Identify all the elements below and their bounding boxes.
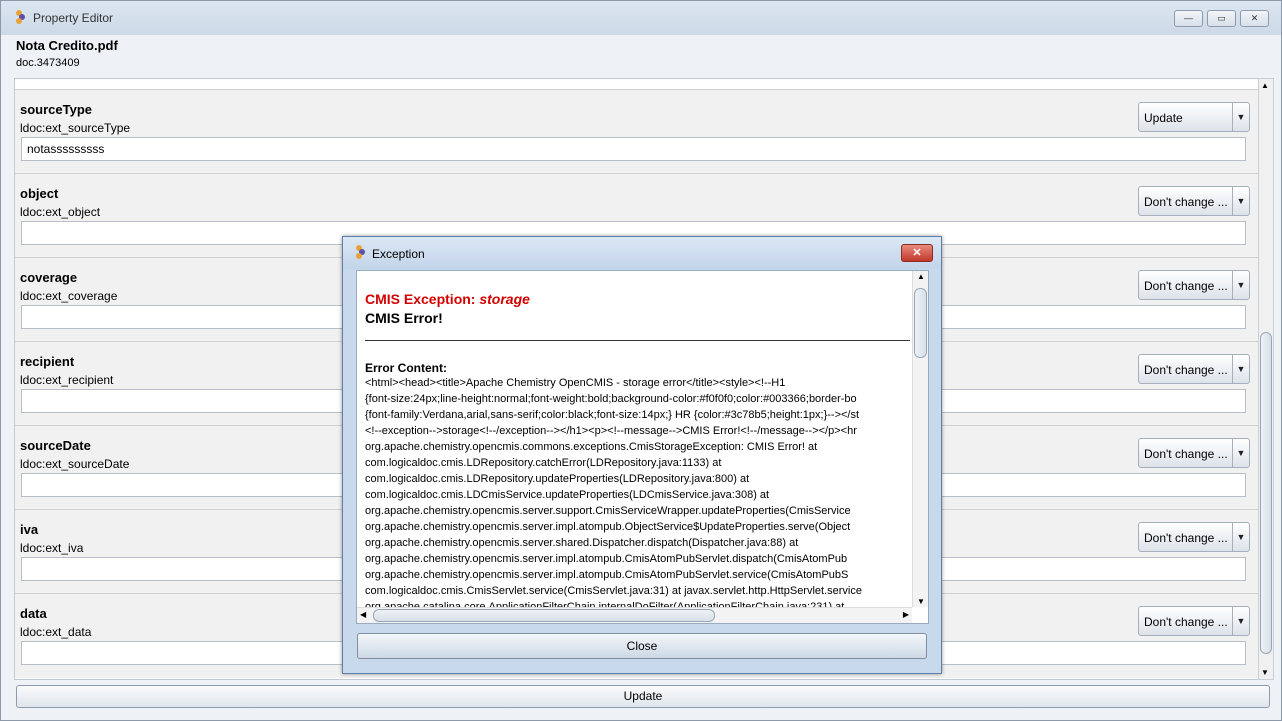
app-logo-icon	[356, 245, 365, 259]
scroll-right-icon[interactable]: ▶	[903, 610, 909, 619]
property-key: ldoc:ext_object	[20, 205, 101, 219]
chevron-down-icon: ▼	[1232, 523, 1249, 551]
selected-action: Don't change ...	[1144, 531, 1228, 545]
close-window-button[interactable]: ✕	[1240, 10, 1269, 27]
close-button[interactable]: Close	[357, 633, 927, 659]
scrollbar-thumb[interactable]	[914, 288, 927, 358]
app-logo-icon	[16, 10, 25, 24]
property-row-sourcetype: sourceType ldoc:ext_sourceType Update ▼ …	[15, 89, 1259, 174]
divider	[365, 340, 910, 341]
minimize-button[interactable]: —	[1174, 10, 1203, 27]
dialog-title-bar: Exception ✕	[343, 237, 941, 269]
property-key: ldoc:ext_sourceDate	[20, 457, 130, 471]
scrollbar-thumb[interactable]	[1260, 332, 1272, 654]
property-action-select[interactable]: Don't change ... ▼	[1138, 186, 1250, 216]
property-name: object	[20, 186, 59, 201]
property-action-select[interactable]: Don't change ... ▼	[1138, 606, 1250, 636]
scroll-down-icon[interactable]: ▼	[917, 597, 925, 606]
dialog-close-icon[interactable]: ✕	[901, 244, 933, 262]
property-name: sourceDate	[20, 438, 91, 453]
chevron-down-icon: ▼	[1232, 103, 1249, 131]
stack-line: com.logicaldoc.cmis.LDRepository.updateP…	[365, 473, 750, 485]
property-name: coverage	[20, 270, 78, 285]
property-name: data	[20, 606, 47, 621]
stack-trace: <html><head><title>Apache Chemistry Open…	[365, 375, 910, 607]
selected-action: Don't change ...	[1144, 447, 1228, 461]
stack-line: <!--exception-->storage<!--/exception-->…	[365, 425, 857, 437]
maximize-button[interactable]: ▭	[1207, 10, 1236, 27]
stack-line: org.apache.chemistry.opencmis.commons.ex…	[365, 441, 818, 453]
property-key: ldoc:ext_coverage	[20, 289, 118, 303]
error-content: CMIS Exception: storage CMIS Error! Erro…	[365, 279, 910, 607]
property-action-select[interactable]: Don't change ... ▼	[1138, 438, 1250, 468]
selected-action: Don't change ...	[1144, 363, 1228, 377]
update-button[interactable]: Update	[16, 685, 1270, 708]
scroll-up-icon[interactable]: ▲	[917, 272, 925, 281]
window-controls: — ▭ ✕	[1174, 10, 1269, 27]
property-key: ldoc:ext_data	[20, 625, 92, 639]
stack-line: {font-size:24px;line-height:normal;font-…	[365, 393, 857, 405]
exception-type: storage	[479, 291, 530, 307]
property-name: sourceType	[20, 102, 93, 117]
stack-line: com.logicaldoc.cmis.LDRepository.catchEr…	[365, 457, 722, 469]
error-horizontal-scrollbar[interactable]: ◀ ▶	[357, 607, 912, 623]
chevron-down-icon: ▼	[1232, 607, 1249, 635]
scroll-up-icon[interactable]: ▲	[1261, 81, 1269, 90]
property-key: ldoc:ext_recipient	[20, 373, 114, 387]
property-action-select[interactable]: Don't change ... ▼	[1138, 354, 1250, 384]
title-bar: Property Editor — ▭ ✕	[1, 1, 1281, 35]
properties-scrollbar[interactable]: ▲ ▼	[1258, 78, 1274, 680]
exception-heading: CMIS Exception: storage	[365, 291, 910, 307]
window-title: Property Editor	[33, 11, 114, 25]
error-content-label: Error Content:	[365, 361, 447, 375]
chevron-down-icon: ▼	[1232, 187, 1249, 215]
stack-line: com.logicaldoc.cmis.LDCmisService.update…	[365, 489, 770, 501]
selected-action: Don't change ...	[1144, 279, 1228, 293]
document-name: Nota Credito.pdf	[16, 38, 118, 53]
property-name: iva	[20, 522, 39, 537]
stack-line: org.apache.chemistry.opencmis.server.sup…	[365, 505, 851, 517]
exception-dialog: Exception ✕ CMIS Exception: storage CMIS…	[342, 236, 942, 674]
exception-prefix: CMIS Exception:	[365, 291, 480, 307]
property-action-select[interactable]: Don't change ... ▼	[1138, 270, 1250, 300]
scrollbar-thumb[interactable]	[373, 609, 715, 622]
chevron-down-icon: ▼	[1232, 439, 1249, 467]
selected-action: Update	[1144, 111, 1183, 125]
stack-line: org.apache.chemistry.opencmis.server.imp…	[365, 569, 849, 581]
error-title: CMIS Error!	[365, 310, 443, 326]
chevron-down-icon: ▼	[1232, 355, 1249, 383]
scroll-left-icon[interactable]: ◀	[360, 610, 366, 619]
dialog-title: Exception	[372, 247, 425, 261]
stack-line: com.logicaldoc.cmis.CmisServlet.service(…	[365, 585, 862, 597]
property-key: ldoc:ext_sourceType	[20, 121, 131, 135]
document-header: Nota Credito.pdf doc.3473409	[1, 35, 1281, 77]
stack-line: org.apache.chemistry.opencmis.server.imp…	[365, 521, 851, 533]
property-action-select[interactable]: Don't change ... ▼	[1138, 522, 1250, 552]
property-name: recipient	[20, 354, 75, 369]
stack-line: org.apache.chemistry.opencmis.server.imp…	[365, 553, 848, 565]
error-content-panel: CMIS Exception: storage CMIS Error! Erro…	[356, 270, 929, 624]
property-key: ldoc:ext_iva	[20, 541, 84, 555]
stack-line: org.apache.chemistry.opencmis.server.sha…	[365, 537, 799, 549]
stack-line: {font-family:Verdana,arial,sans-serif;co…	[365, 409, 860, 421]
document-id: doc.3473409	[16, 57, 80, 69]
stack-line: <html><head><title>Apache Chemistry Open…	[365, 377, 786, 389]
property-value-input[interactable]: notasssssssss	[21, 137, 1246, 161]
error-vertical-scrollbar[interactable]: ▲ ▼	[912, 271, 928, 607]
chevron-down-icon: ▼	[1232, 271, 1249, 299]
stack-line: org.apache.catalina.core.ApplicationFilt…	[365, 601, 845, 607]
selected-action: Don't change ...	[1144, 195, 1228, 209]
property-action-select[interactable]: Update ▼	[1138, 102, 1250, 132]
selected-action: Don't change ...	[1144, 615, 1228, 629]
scroll-down-icon[interactable]: ▼	[1261, 668, 1269, 677]
